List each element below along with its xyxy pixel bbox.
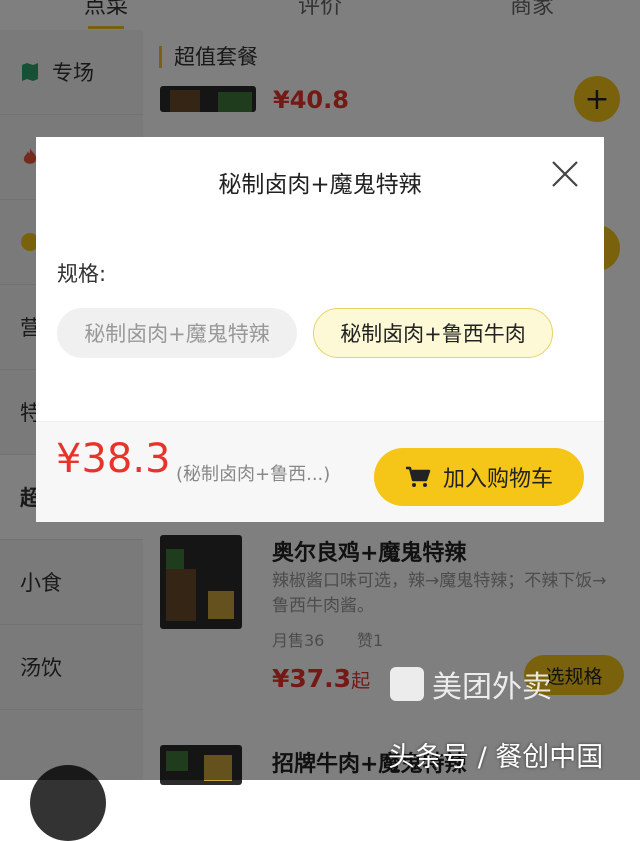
selected-spec-text: (秘制卤肉+鲁西...) [176,464,331,485]
add-to-cart-label: 加入购物车 [442,467,553,492]
meituan-watermark: 美团外卖 [390,662,552,706]
add-to-cart-button[interactable]: 加入购物车 [374,448,584,506]
toutiao-watermark: 头条号 / 餐创中国 [388,742,604,773]
meituan-logo-icon [390,667,424,701]
close-icon[interactable] [548,157,582,191]
spec-modal: 秘制卤肉+魔鬼特辣 规格: 秘制卤肉+魔鬼特辣 秘制卤肉+鲁西牛肉 ¥38.3 … [36,137,604,522]
modal-footer: ¥38.3 (秘制卤肉+鲁西...) 加入购物车 [36,421,604,522]
modal-price: ¥38.3 [56,436,171,482]
spec-option-selected[interactable]: 秘制卤肉+鲁西牛肉 [313,308,553,358]
spec-label: 规格: [57,262,107,286]
cart-icon [405,466,431,487]
spec-option-disabled: 秘制卤肉+魔鬼特辣 [57,308,297,358]
modal-title: 秘制卤肉+魔鬼特辣 [218,172,422,198]
